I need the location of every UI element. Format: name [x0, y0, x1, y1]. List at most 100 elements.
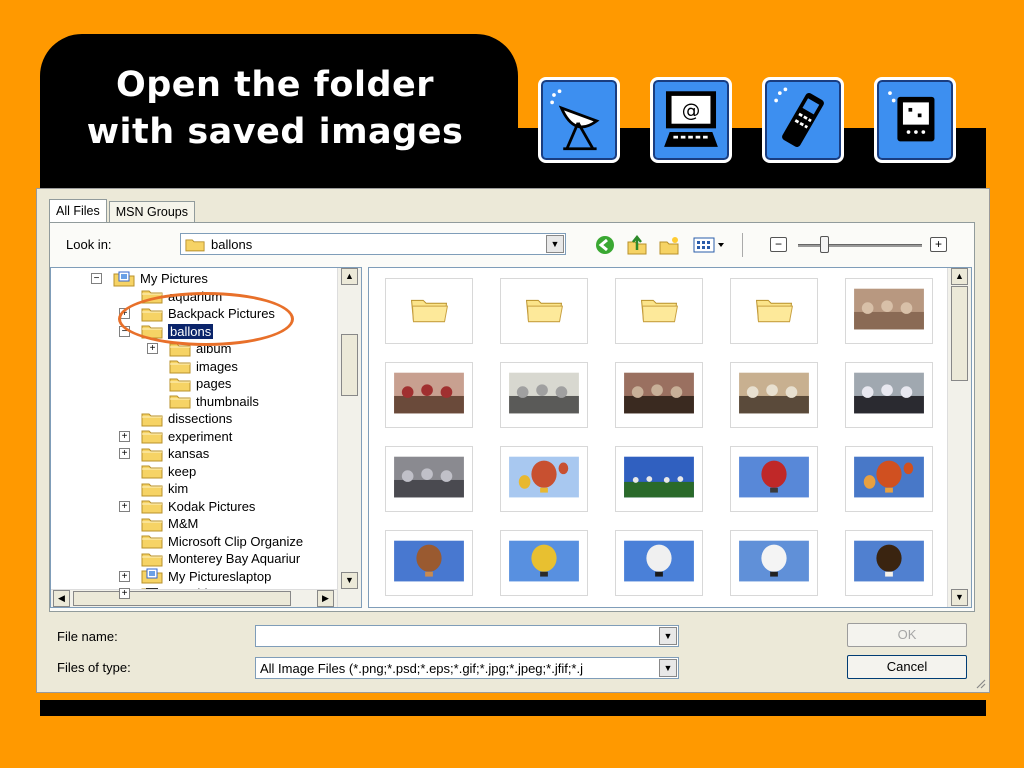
tree-item[interactable]: My Pictures — [113, 270, 208, 287]
thumbnail-photo[interactable] — [500, 446, 588, 512]
folder-icon — [141, 483, 163, 496]
scroll-left-icon[interactable]: ◀ — [53, 590, 70, 607]
file-type-value: All Image Files (*.png;*.psd;*.eps;*.gif… — [260, 661, 583, 676]
thumbnail-folder[interactable] — [500, 278, 588, 344]
tree-hscroll-thumb[interactable] — [73, 591, 291, 606]
file-name-field[interactable]: ▼ — [255, 625, 679, 647]
file-type-select[interactable]: All Image Files (*.png;*.psd;*.eps;*.gif… — [255, 657, 679, 679]
views-menu-icon[interactable] — [692, 234, 726, 256]
open-file-dialog: All Files MSN Groups Look in: ballons ▼ … — [36, 188, 990, 693]
tree-horizontal-scrollbar[interactable]: ◀ ▶ — [51, 589, 337, 607]
thumbnail-photo[interactable] — [500, 362, 588, 428]
photo-thumbnail-image — [394, 540, 464, 582]
expand-icon[interactable]: + — [119, 500, 130, 512]
photo-thumbnail-image — [739, 540, 809, 582]
thumbnail-photo[interactable] — [385, 530, 473, 596]
file-type-chevron-icon[interactable]: ▼ — [659, 659, 677, 677]
thumbnail-photo[interactable] — [385, 362, 473, 428]
tree-item-label: My Pictures — [140, 271, 208, 286]
tree-item[interactable]: images — [169, 358, 238, 375]
tree-item[interactable]: experiment — [141, 428, 232, 445]
tree-item[interactable]: pages — [169, 375, 231, 392]
cancel-button[interactable]: Cancel — [847, 655, 967, 679]
look-in-dropdown[interactable]: ballons ▼ — [180, 233, 566, 255]
look-in-value: ballons — [211, 237, 253, 252]
tree-scroll-thumb[interactable] — [341, 334, 358, 396]
expand-icon[interactable]: + — [119, 570, 130, 582]
ok-button[interactable]: OK — [847, 623, 967, 647]
slider-thumb[interactable] — [820, 236, 829, 253]
photo-thumbnail-image — [854, 372, 924, 414]
photo-thumbnail-image — [394, 456, 464, 498]
folder-icon — [141, 518, 163, 531]
folder-icon — [169, 378, 191, 391]
slide-title-line2: with saved images — [86, 112, 464, 152]
expand-icon[interactable]: + — [119, 448, 130, 459]
scroll-up-icon[interactable]: ▲ — [341, 268, 358, 285]
thumbnail-photo[interactable] — [845, 446, 933, 512]
folder-icon — [526, 299, 564, 323]
thumbnail-photo[interactable] — [845, 278, 933, 344]
thumbnail-folder[interactable] — [385, 278, 473, 344]
svg-text:@: @ — [682, 100, 701, 121]
grid-scroll-thumb[interactable] — [951, 286, 968, 381]
photo-thumbnail-image — [394, 372, 464, 414]
photo-thumbnail-image — [854, 540, 924, 582]
back-icon[interactable] — [594, 234, 616, 256]
thumbnail-folder[interactable] — [730, 278, 818, 344]
thumbnail-photo[interactable] — [500, 530, 588, 596]
tree-item[interactable]: My Pictureslaptop — [141, 568, 271, 585]
tree-item-label: kansas — [168, 446, 210, 461]
tab-msn-groups[interactable]: MSN Groups — [108, 201, 196, 223]
thumbnail-photo[interactable] — [730, 446, 818, 512]
thumbnail-photo[interactable] — [615, 530, 703, 596]
thumbnail-photo[interactable] — [730, 530, 818, 596]
tree-item[interactable]: Kodak Pictures — [141, 498, 255, 515]
zoom-out-button[interactable]: − — [770, 237, 787, 252]
folder-icon — [411, 299, 449, 323]
thumbnail-size-slider[interactable]: − + — [770, 234, 948, 256]
tree-item[interactable]: Monterey Bay Aquariur — [141, 550, 300, 567]
thumbnail-photo[interactable] — [845, 530, 933, 596]
footer-band — [40, 700, 986, 716]
pictures-folder-icon — [113, 271, 135, 286]
up-folder-icon[interactable] — [626, 234, 648, 256]
thumbnail-photo[interactable] — [845, 362, 933, 428]
collapse-icon[interactable]: − — [91, 273, 102, 284]
expand-icon[interactable]: + — [119, 588, 130, 599]
file-name-chevron-icon[interactable]: ▼ — [659, 627, 677, 645]
thumbnail-photo[interactable] — [615, 362, 703, 428]
tree-item[interactable]: M&M — [141, 515, 198, 532]
tree-item[interactable]: kansas — [141, 445, 209, 462]
grid-scroll-up-icon[interactable]: ▲ — [951, 268, 968, 285]
thumbnail-photo[interactable] — [615, 446, 703, 512]
folder-icon — [141, 465, 163, 479]
tree-item[interactable]: keep — [141, 463, 196, 480]
expand-icon[interactable]: + — [147, 343, 158, 354]
grid-vertical-scrollbar[interactable]: ▲ ▼ — [947, 268, 971, 607]
photo-thumbnail-image — [854, 456, 924, 498]
zoom-in-button[interactable]: + — [930, 237, 947, 252]
tab-all-files[interactable]: All Files — [49, 199, 107, 223]
slide-title-line1: Open the folder — [115, 65, 435, 105]
expand-icon[interactable]: + — [119, 430, 130, 442]
chevron-down-icon[interactable]: ▼ — [546, 235, 564, 253]
tree-item[interactable]: dissections — [141, 410, 232, 427]
folder-icon — [756, 299, 794, 323]
tree-item[interactable]: Microsoft Clip Organize — [141, 533, 303, 550]
scroll-down-icon[interactable]: ▼ — [341, 572, 358, 589]
tree-vertical-scrollbar[interactable]: ▲ ▼ — [337, 268, 361, 607]
tree-item[interactable]: kim — [141, 480, 188, 497]
file-type-label: Files of type: — [57, 660, 131, 675]
tree-item-label: M&M — [168, 516, 199, 531]
thumbnail-photo[interactable] — [385, 446, 473, 512]
scroll-right-icon[interactable]: ▶ — [317, 590, 334, 607]
tree-item-label: Microsoft Clip Organize — [168, 533, 304, 549]
thumbnail-folder[interactable] — [615, 278, 703, 344]
tree-item[interactable]: thumbnails — [169, 393, 259, 410]
resize-grip-icon[interactable] — [974, 677, 986, 689]
new-folder-icon[interactable] — [658, 234, 680, 256]
grid-scroll-down-icon[interactable]: ▼ — [951, 589, 968, 606]
folder-icon — [169, 360, 191, 374]
thumbnail-photo[interactable] — [730, 362, 818, 428]
